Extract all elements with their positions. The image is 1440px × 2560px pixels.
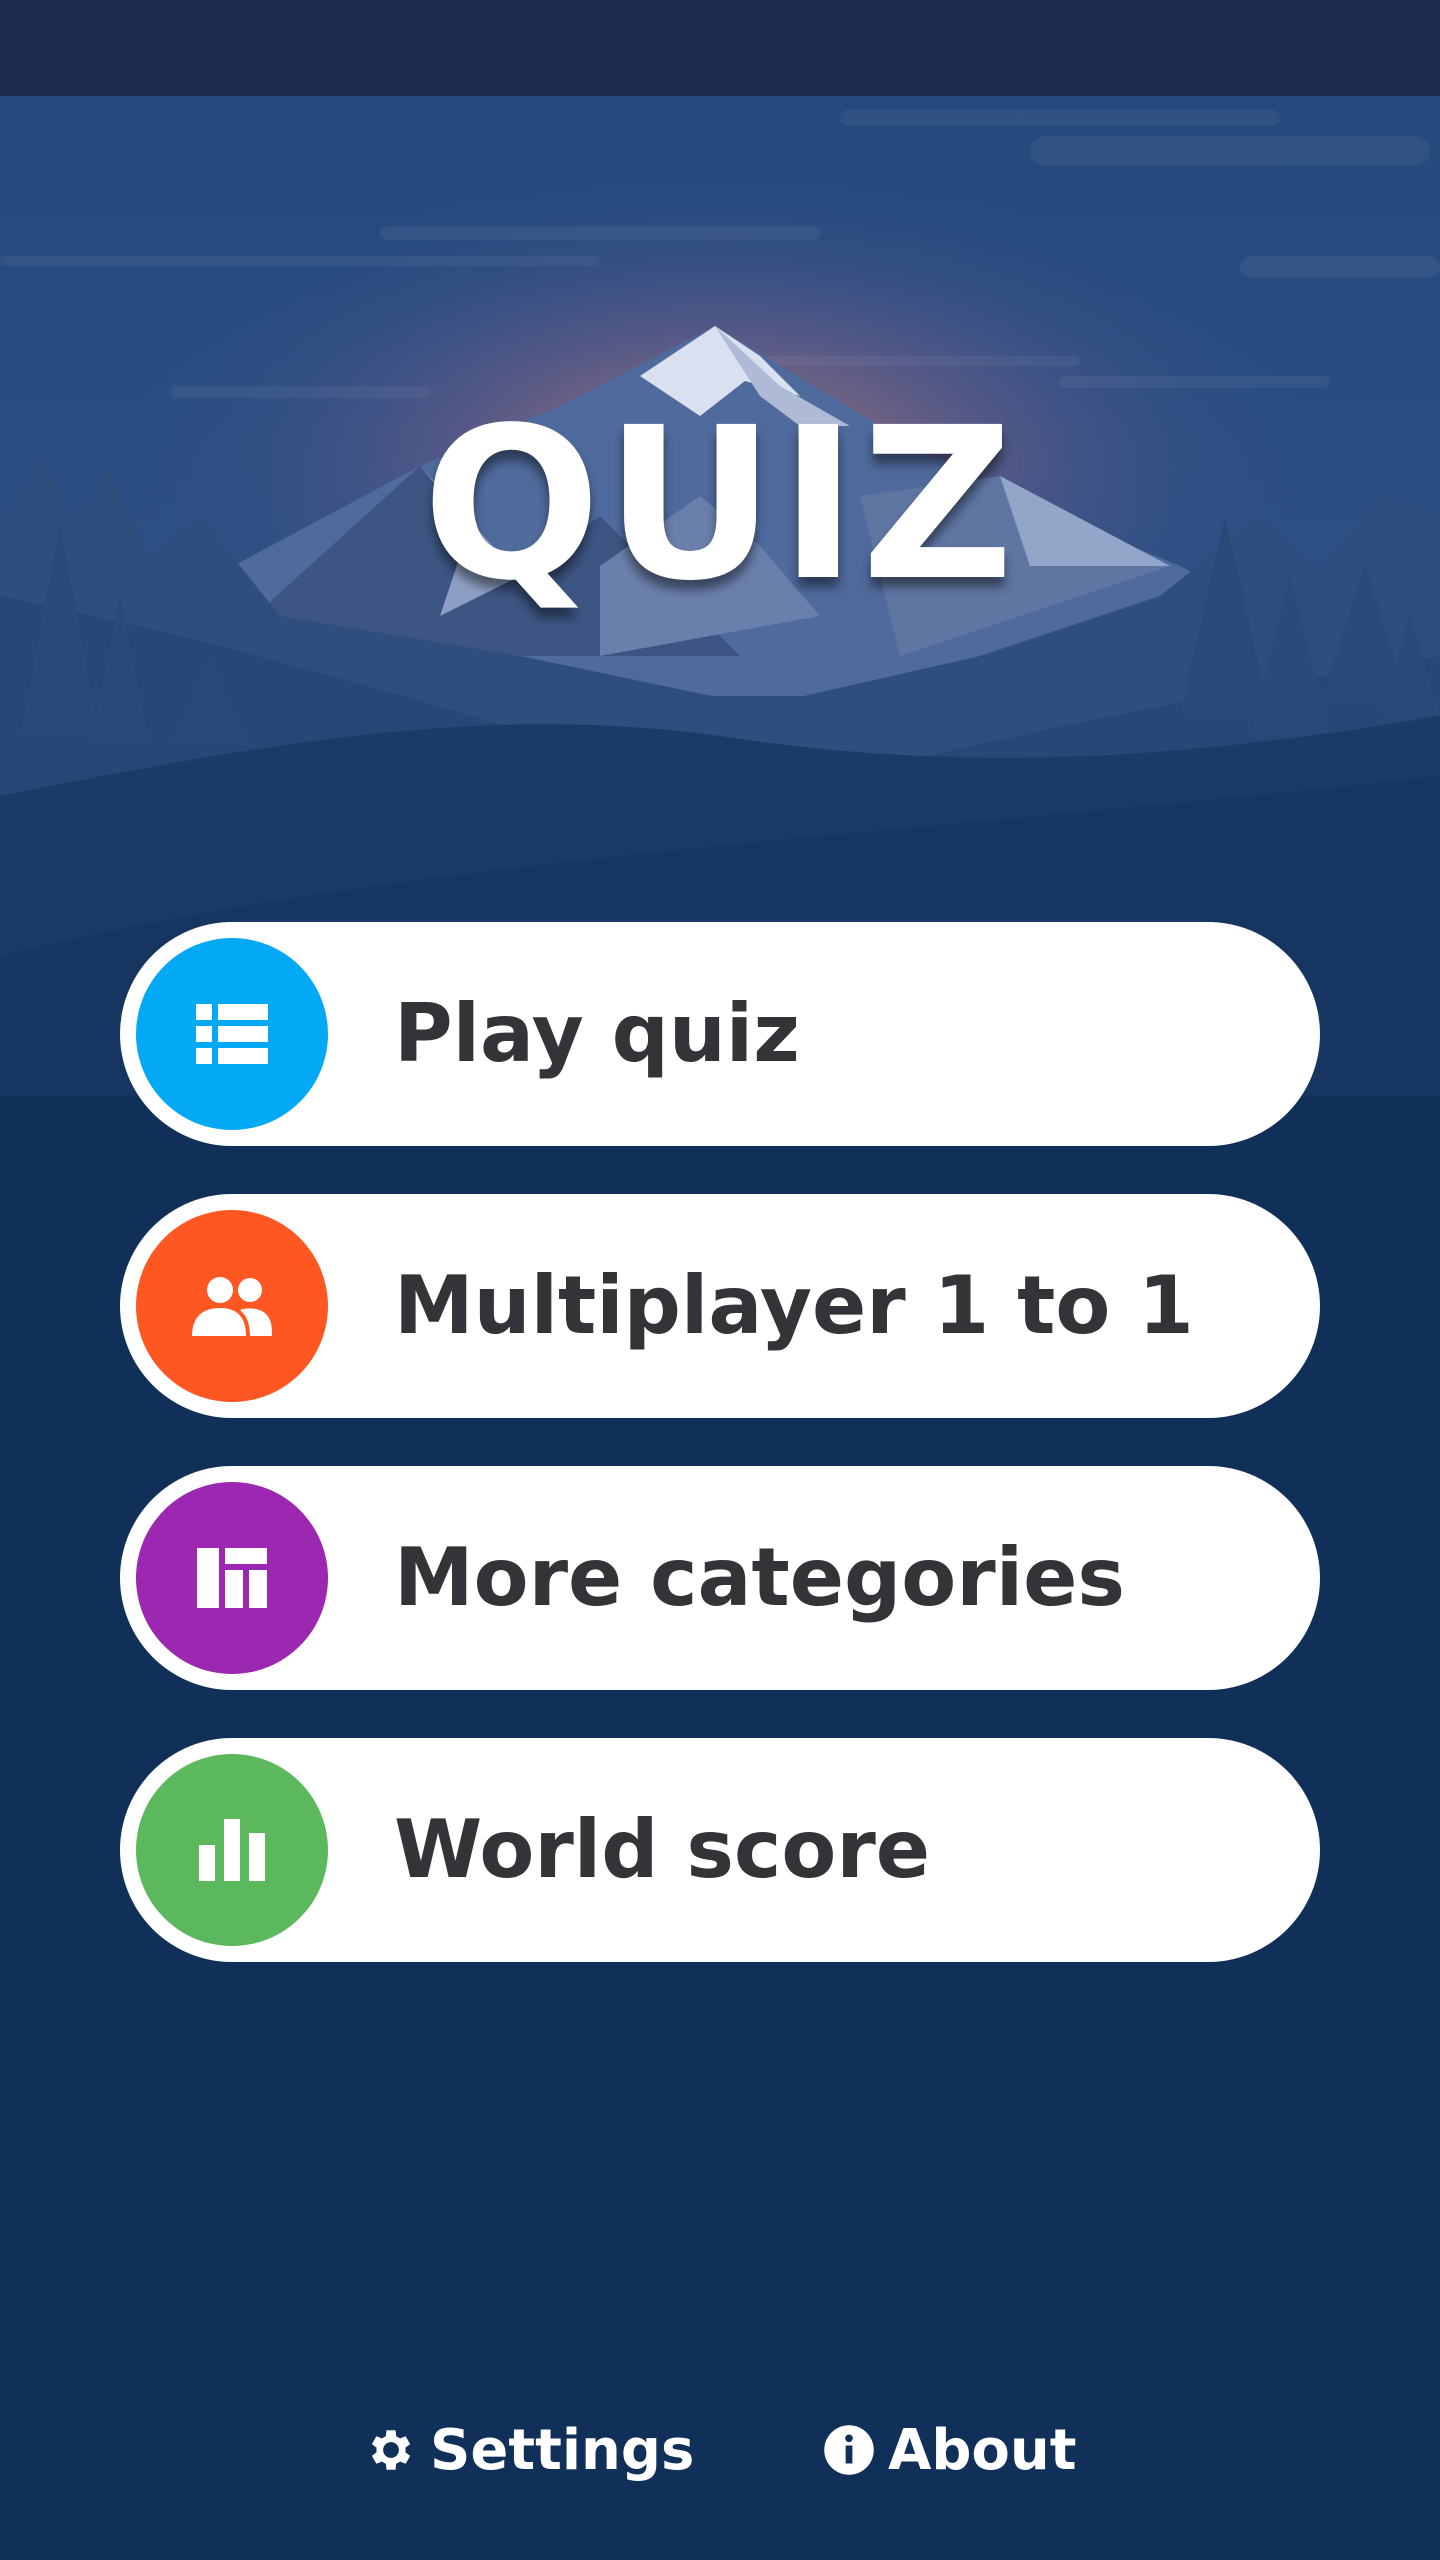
multiplayer-button[interactable]: Multiplayer 1 to 1 bbox=[120, 1194, 1320, 1418]
categories-icon-circle bbox=[136, 1482, 328, 1674]
settings-label: Settings bbox=[430, 2417, 695, 2483]
world-score-button[interactable]: World score bbox=[120, 1738, 1320, 1962]
about-link[interactable]: About bbox=[822, 2410, 1077, 2490]
more-categories-button[interactable]: More categories bbox=[120, 1466, 1320, 1690]
settings-link[interactable]: Settings bbox=[364, 2410, 694, 2490]
gear-icon bbox=[364, 2423, 418, 2477]
world-score-label: World score bbox=[394, 1803, 931, 1896]
info-icon bbox=[822, 2423, 876, 2477]
status-bar bbox=[0, 0, 1440, 96]
play-quiz-label: Play quiz bbox=[394, 987, 800, 1080]
play-quiz-icon-circle bbox=[136, 938, 328, 1130]
bar-chart-icon bbox=[199, 1819, 265, 1881]
app-title: QUIZ bbox=[422, 382, 1018, 627]
multiplayer-label: Multiplayer 1 to 1 bbox=[394, 1259, 1194, 1352]
world-score-icon-circle bbox=[136, 1754, 328, 1946]
list-icon bbox=[196, 1004, 268, 1064]
multiplayer-icon-circle bbox=[136, 1210, 328, 1402]
people-icon bbox=[192, 1277, 272, 1336]
dashboard-icon bbox=[197, 1548, 267, 1608]
about-label: About bbox=[888, 2417, 1077, 2483]
more-categories-label: More categories bbox=[394, 1531, 1126, 1624]
play-quiz-button[interactable]: Play quiz bbox=[120, 922, 1320, 1146]
